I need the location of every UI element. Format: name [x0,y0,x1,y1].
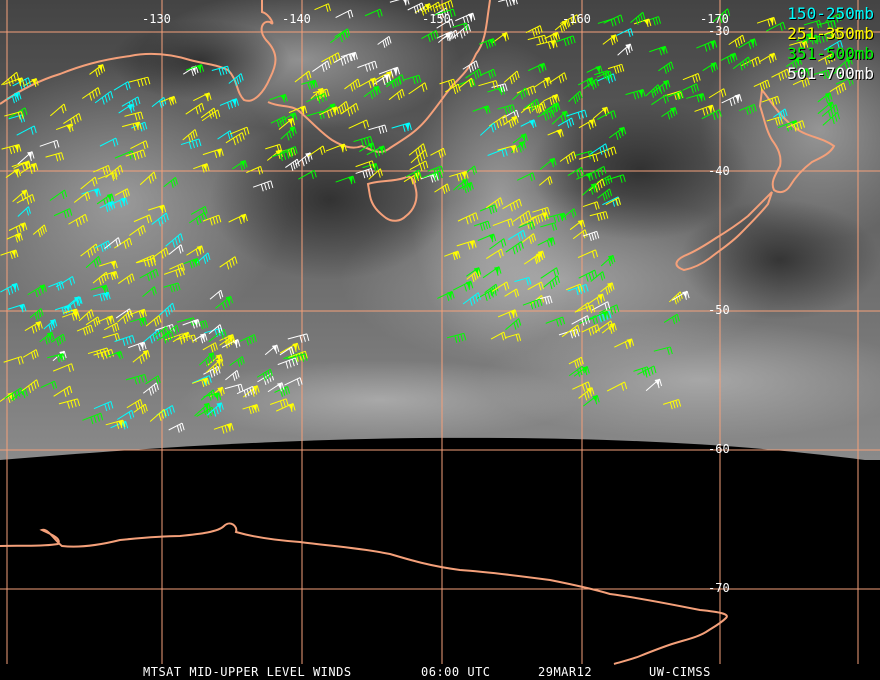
legend-item-351-500: 351-500mb [787,44,874,63]
source-label: UW-CIMSS [649,665,711,679]
lon-label-160: -160 [562,12,591,26]
pressure-legend: 150-250mb 251-350mb 351-500mb 501-700mb [787,4,874,84]
lat-label-40: -40 [708,164,730,178]
caption-bar: MTSAT MID-UPPER LEVEL WINDS 06:00 UTC 29… [0,664,880,680]
map-canvas [0,0,880,680]
product-title: MTSAT MID-UPPER LEVEL WINDS [143,665,352,679]
lat-label-30: -30 [708,24,730,38]
lon-label-130: -130 [142,12,171,26]
lat-label-50: -50 [708,303,730,317]
date-label: 29MAR12 [538,665,593,679]
lon-label-150: -150 [422,12,451,26]
legend-item-501-700: 501-700mb [787,64,874,83]
lat-label-60: -60 [708,442,730,456]
lat-label-70: -70 [708,581,730,595]
legend-item-150-250: 150-250mb [787,4,874,23]
lon-label-140: -140 [282,12,311,26]
night-area [0,437,880,680]
legend-item-251-350: 251-350mb [787,24,874,43]
satellite-wind-map: -130 -140 -150 -160 -170 -30 -40 -50 -60… [0,0,880,680]
time-label: 06:00 UTC [421,665,491,679]
